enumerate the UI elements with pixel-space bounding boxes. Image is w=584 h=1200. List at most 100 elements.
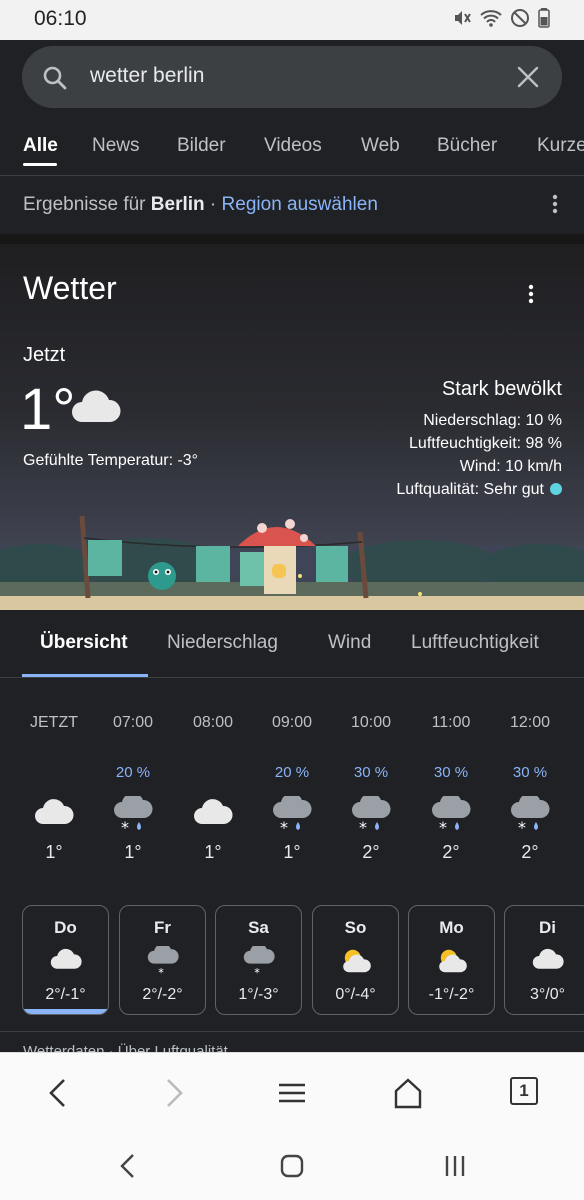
tabs-button[interactable]: 1 — [510, 1077, 538, 1105]
snow-cloud-icon: * — [147, 946, 179, 978]
weather-card: Wetter Jetzt 1° Gefühlte Temperatur: -3°… — [0, 244, 584, 610]
wifi-icon — [480, 10, 502, 27]
divider — [0, 1031, 584, 1032]
day-name: Fr — [154, 918, 171, 937]
day-card[interactable]: So 0°/-4° — [312, 905, 399, 1015]
day-card[interactable]: Fr * 2°/-2° — [119, 905, 206, 1015]
hour-temp: 2° — [521, 842, 539, 862]
air-quality-dot — [550, 483, 562, 495]
more-options-icon[interactable] — [552, 194, 558, 214]
status-time: 06:10 — [34, 7, 87, 30]
subtab-overview[interactable]: Übersicht — [40, 632, 128, 654]
divider — [0, 677, 584, 678]
cloud-icon — [194, 799, 233, 824]
day-name: Do — [54, 918, 77, 937]
sun-cloud-icon — [439, 949, 467, 973]
snow-rain-icon: * — [273, 796, 312, 836]
hour-temp: 1° — [45, 842, 63, 862]
svg-text:*: * — [280, 818, 288, 836]
status-bar: 06:10 — [0, 0, 584, 40]
back-icon[interactable] — [46, 1077, 70, 1109]
svg-text:*: * — [158, 966, 164, 978]
region-separator: · — [204, 194, 222, 215]
region-prefix: Ergebnisse für — [23, 194, 151, 215]
current-temperature: 1° — [20, 377, 76, 442]
day-card[interactable]: Sa * 1°/-3° — [215, 905, 302, 1015]
hour-temp: 1° — [124, 842, 142, 862]
hour-time: 10:00 — [350, 714, 392, 731]
hour-precip-prob: 20 % — [274, 764, 310, 781]
hour-precip-prob: 30 % — [512, 764, 548, 781]
hour-temp: 1° — [283, 842, 301, 862]
hour-temp: 1° — [204, 842, 222, 862]
section-separator — [0, 234, 584, 244]
hour-temp: 2° — [442, 842, 460, 862]
browser-toolbar: 1 — [0, 1052, 584, 1130]
air-quality-label: Luftqualität: Sehr gut — [396, 481, 544, 498]
do-not-disturb-icon — [511, 9, 529, 27]
battery-icon — [538, 8, 550, 28]
footer-links-partial[interactable]: Wetterdaten · Über Luftqualität — [23, 1042, 228, 1052]
tab-news[interactable]: News — [92, 135, 140, 157]
cloud-icon — [35, 799, 74, 824]
svg-text:*: * — [121, 818, 129, 836]
day-name: So — [344, 918, 367, 937]
sun-cloud-icon — [343, 949, 371, 973]
hour-time: 11:00 — [431, 714, 471, 731]
weather-more-icon[interactable] — [528, 284, 534, 304]
weather-illustration — [0, 515, 584, 610]
hour-precip-prob: 30 % — [433, 764, 469, 781]
system-home-icon[interactable] — [280, 1152, 304, 1180]
tab-videos[interactable]: Videos — [264, 135, 322, 157]
subtab-precipitation[interactable]: Niederschlag — [167, 632, 278, 654]
search-query[interactable]: wetter berlin — [90, 64, 204, 88]
precipitation-detail: Niederschlag: 10 % — [423, 412, 562, 429]
weather-condition: Stark bewölkt — [441, 378, 562, 400]
hour-time: JETZT — [30, 714, 78, 731]
tab-kurze[interactable]: Kurze — [537, 135, 584, 157]
day-name: Di — [539, 918, 556, 937]
daily-forecast: Do 2°/-1° Fr * 2°/-2° Sa * 1°/-3° So 0°/… — [0, 905, 584, 1017]
snow-rain-icon: * — [352, 796, 391, 836]
snow-cloud-icon: * — [243, 946, 275, 978]
forward-icon[interactable] — [162, 1077, 186, 1109]
day-card[interactable]: Di 3°/0° — [504, 905, 584, 1015]
region-city: Berlin — [150, 194, 205, 215]
humidity-detail: Luftfeuchtigkeit: 98 % — [409, 435, 562, 452]
search-input[interactable]: wetter berlin — [22, 46, 562, 108]
system-recents-icon[interactable] — [444, 1152, 466, 1180]
day-temps: 2°/-1° — [45, 986, 86, 1003]
day-card[interactable]: Mo -1°/-2° — [408, 905, 495, 1015]
system-navigation — [0, 1130, 584, 1200]
cloud-icon — [72, 390, 121, 422]
tab-web[interactable]: Web — [361, 135, 400, 157]
tab-alle[interactable]: Alle — [23, 135, 58, 157]
cloud-icon — [532, 948, 564, 969]
now-label: Jetzt — [23, 344, 66, 366]
selected-day-indicator — [23, 1009, 108, 1014]
home-icon[interactable] — [394, 1077, 422, 1109]
hour-precip-prob: 30 % — [353, 764, 389, 781]
snow-rain-icon: * — [511, 796, 550, 836]
subtab-wind[interactable]: Wind — [328, 632, 371, 654]
menu-icon[interactable] — [278, 1077, 306, 1109]
subtab-humidity[interactable]: Luftfeuchtigkeit — [411, 632, 539, 654]
status-icons — [452, 8, 550, 28]
hour-time: 08:00 — [192, 714, 234, 731]
day-card[interactable]: Do 2°/-1° — [22, 905, 109, 1015]
region-text: Ergebnisse für Berlin · Region auswählen — [23, 194, 378, 216]
svg-text:*: * — [254, 966, 260, 978]
snow-rain-icon: * — [114, 796, 153, 836]
hour-time: 12:00 — [509, 714, 551, 731]
day-name: Sa — [248, 918, 269, 937]
wind-detail: Wind: 10 km/h — [459, 458, 562, 475]
system-back-icon[interactable] — [118, 1152, 136, 1180]
day-temps: 3°/0° — [529, 986, 566, 1003]
svg-text:*: * — [518, 818, 526, 836]
tab-bilder[interactable]: Bilder — [177, 135, 226, 157]
air-quality-detail[interactable]: Luftqualität: Sehr gut — [396, 481, 562, 499]
feels-like: Gefühlte Temperatur: -3° — [23, 452, 199, 469]
clear-icon[interactable] — [516, 65, 540, 89]
tab-buecher[interactable]: Bücher — [437, 135, 497, 157]
region-select-link[interactable]: Region auswählen — [222, 194, 378, 215]
